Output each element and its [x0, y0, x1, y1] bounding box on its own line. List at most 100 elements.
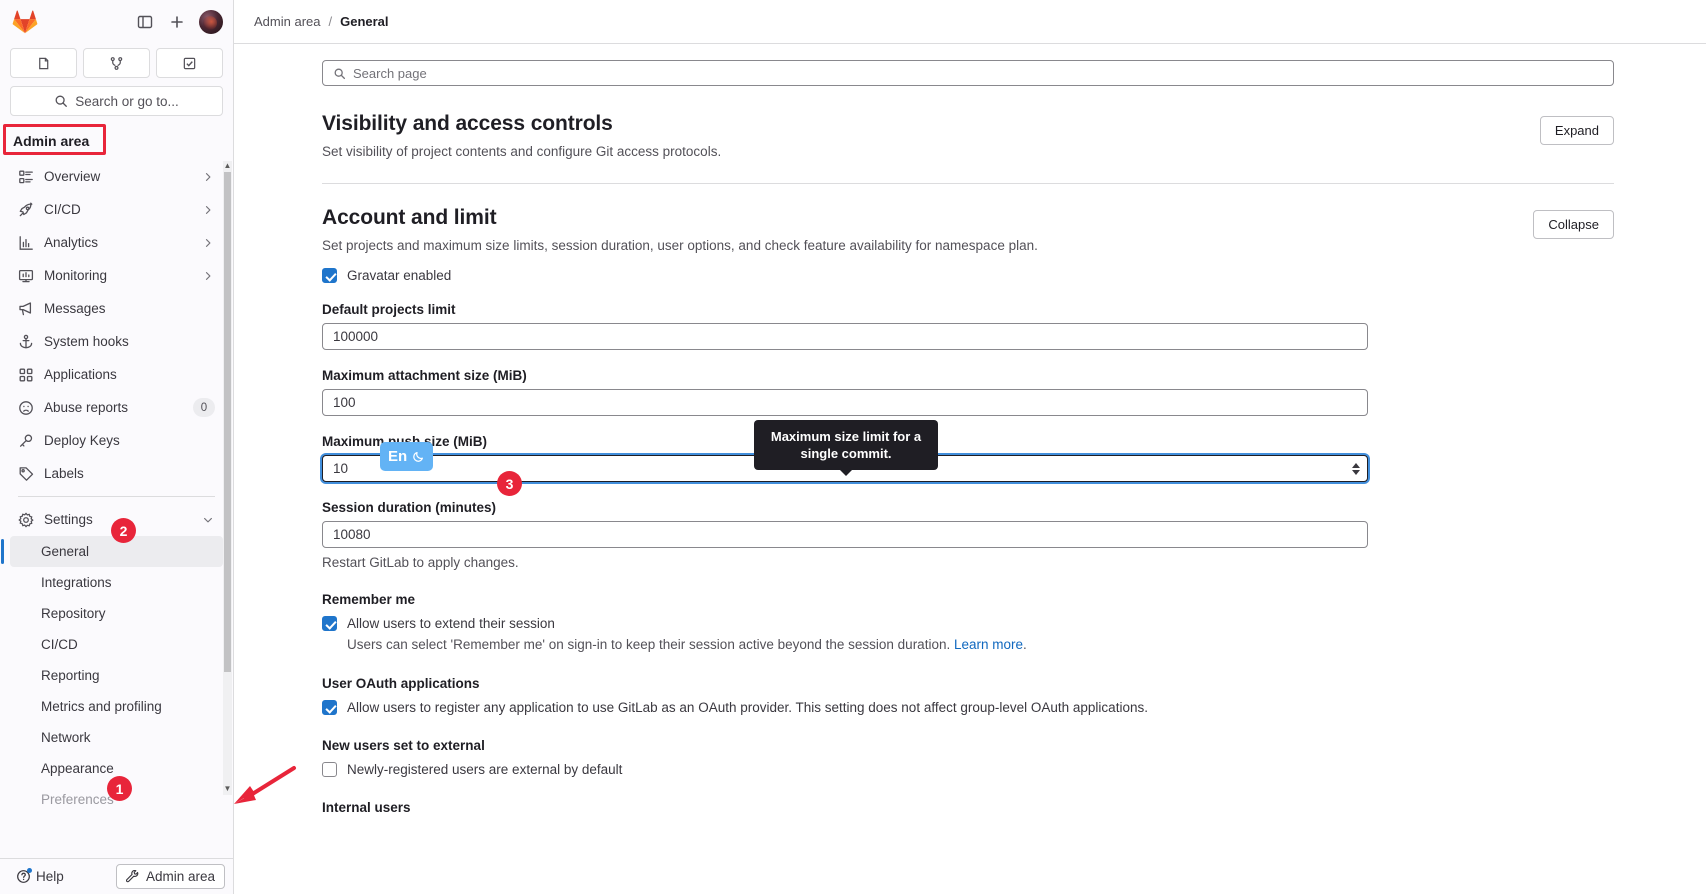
sidebar-item-network[interactable]: Network	[10, 722, 223, 753]
sidebar-item-abuse-reports[interactable]: Abuse reports 0	[10, 391, 223, 424]
todos-tile[interactable]	[156, 48, 223, 78]
remember-me-group-title: Remember me	[322, 592, 416, 607]
admin-area-pointer-arrow	[234, 766, 296, 804]
sidebar-item-applications[interactable]: Applications	[10, 358, 223, 391]
ime-language-text: En	[388, 448, 408, 465]
remember-me-checkbox[interactable]	[322, 616, 337, 631]
max-push-size-value: 10	[333, 461, 349, 476]
breadcrumb-admin-area[interactable]: Admin area	[254, 14, 320, 29]
max-attachment-size-field: Maximum attachment size (MiB) 100	[322, 368, 1614, 416]
scroll-up-arrow-icon[interactable]: ▲	[224, 161, 232, 172]
stepper-down-icon[interactable]	[1352, 469, 1360, 475]
user-oauth-checkbox[interactable]	[322, 700, 337, 715]
sidebar-item-label: Monitoring	[44, 268, 108, 283]
new-users-external-label: Newly-registered users are external by d…	[347, 762, 623, 777]
page-search-placeholder: Search page	[353, 65, 427, 81]
collapse-button[interactable]: Collapse	[1533, 210, 1614, 239]
section-description: Set projects and maximum size limits, se…	[322, 238, 1038, 253]
session-duration-value: 10080	[333, 527, 371, 542]
key-icon	[18, 433, 34, 449]
sidebar-item-repository[interactable]: Repository	[10, 598, 223, 629]
section-description: Set visibility of project contents and c…	[322, 144, 722, 159]
session-duration-label: Session duration (minutes)	[322, 500, 497, 515]
abuse-report-icon	[18, 400, 34, 416]
learn-more-link[interactable]: Learn more	[954, 637, 1023, 652]
sidebar-context-admin-area[interactable]: Admin area	[0, 124, 233, 158]
overview-icon	[18, 169, 34, 185]
max-attachment-size-label: Maximum attachment size (MiB)	[322, 368, 527, 383]
create-new-icon[interactable]	[163, 8, 191, 36]
sidebar-nav-list: Overview CI/CD Analytics Monitoring Mess…	[0, 160, 233, 815]
new-users-external-checkbox[interactable]	[322, 762, 337, 777]
user-oauth-row: Allow users to register any application …	[322, 699, 1614, 716]
gravatar-enabled-row: Gravatar enabled	[322, 267, 1614, 284]
admin-area-label: Admin area	[145, 869, 215, 884]
max-attachment-size-input[interactable]: 100	[322, 389, 1368, 416]
sidebar-scrollbar-thumb[interactable]	[224, 172, 231, 672]
megaphone-icon	[18, 301, 34, 317]
sidebar-item-messages[interactable]: Messages	[10, 292, 223, 325]
sidebar-item-integrations[interactable]: Integrations	[10, 567, 223, 598]
sidebar-item-labels[interactable]: Labels	[10, 457, 223, 490]
chevron-right-icon	[201, 170, 215, 184]
sidebar-context-label: Admin area	[13, 133, 90, 149]
default-projects-limit-label: Default projects limit	[322, 302, 456, 317]
issues-tile[interactable]	[10, 48, 77, 78]
sidebar-scrollbar-track[interactable]	[223, 172, 232, 784]
breadcrumb-general[interactable]: General	[340, 14, 388, 29]
merge-requests-tile[interactable]	[83, 48, 150, 78]
sidebar-item-label: CI/CD	[44, 202, 81, 217]
sidebar-item-label: Overview	[44, 169, 101, 184]
sidebar-item-label: System hooks	[44, 334, 129, 349]
step-marker-1: 1	[107, 776, 132, 801]
gravatar-enabled-label: Gravatar enabled	[347, 268, 452, 283]
new-users-external-row: Newly-registered users are external by d…	[322, 761, 1614, 778]
sidebar-item-deploy-keys[interactable]: Deploy Keys	[10, 424, 223, 457]
anchor-icon	[18, 334, 34, 350]
session-duration-input[interactable]: 10080	[322, 521, 1368, 548]
sidebar-item-label: Analytics	[44, 235, 99, 250]
sidebar-toggle-icon[interactable]	[131, 8, 159, 36]
sidebar-item-label: Labels	[44, 466, 84, 481]
admin-area-button[interactable]: Admin area	[115, 864, 225, 889]
max-push-size-label: Maximum push size (MiB)	[322, 434, 488, 449]
section-header: Visibility and access controls Set visib…	[322, 112, 1614, 159]
avatar[interactable]	[199, 10, 223, 34]
sidebar-item-label: Messages	[44, 301, 106, 316]
page-search-input[interactable]: Search page	[322, 60, 1614, 86]
section-header: Account and limit Set projects and maxim…	[322, 206, 1614, 253]
default-projects-limit-input[interactable]: 100000	[322, 323, 1368, 350]
sidebar-item-monitoring[interactable]: Monitoring	[10, 259, 223, 292]
settings-content: Search page Visibility and access contro…	[234, 44, 1706, 894]
user-oauth-group-title: User OAuth applications	[322, 676, 480, 691]
search-input[interactable]: Search or go to...	[10, 86, 223, 116]
stepper-up-icon[interactable]	[1352, 462, 1360, 468]
expand-button[interactable]: Expand	[1539, 116, 1614, 145]
sidebar-item-cicd[interactable]: CI/CD	[10, 193, 223, 226]
sidebar-item-metrics-and-profiling[interactable]: Metrics and profiling	[10, 691, 223, 722]
sidebar-item-system-hooks[interactable]: System hooks	[10, 325, 223, 358]
gitlab-logo[interactable]	[12, 9, 38, 35]
sidebar-subitem-label: Integrations	[41, 575, 112, 590]
step-marker-2: 2	[111, 518, 136, 543]
gravatar-enabled-checkbox[interactable]	[322, 268, 337, 283]
sidebar-item-settings-cicd[interactable]: CI/CD	[10, 629, 223, 660]
sidebar-subitem-label: Repository	[41, 606, 106, 621]
settings-inner: Search page Visibility and access contro…	[234, 60, 1706, 815]
sidebar-item-analytics[interactable]: Analytics	[10, 226, 223, 259]
help-label: Help	[36, 869, 64, 884]
max-push-size-stepper[interactable]	[1352, 462, 1360, 475]
chevron-right-icon	[201, 203, 215, 217]
remember-me-label: Allow users to extend their session	[347, 616, 555, 631]
section-header-text: Account and limit Set projects and maxim…	[322, 206, 1038, 253]
user-oauth-label: Allow users to register any application …	[347, 700, 1148, 715]
chevron-down-icon	[201, 513, 215, 527]
sidebar-item-reporting[interactable]: Reporting	[10, 660, 223, 691]
session-duration-hint: Restart GitLab to apply changes.	[322, 555, 519, 570]
step-marker-3: 3	[497, 471, 522, 496]
gear-icon	[18, 511, 34, 528]
help-button[interactable]: Help	[10, 865, 70, 888]
sidebar-item-overview[interactable]: Overview	[10, 160, 223, 193]
default-projects-limit-field: Default projects limit 100000	[322, 302, 1614, 350]
sidebar-scrollbar[interactable]: ▲ ▼	[223, 161, 232, 795]
